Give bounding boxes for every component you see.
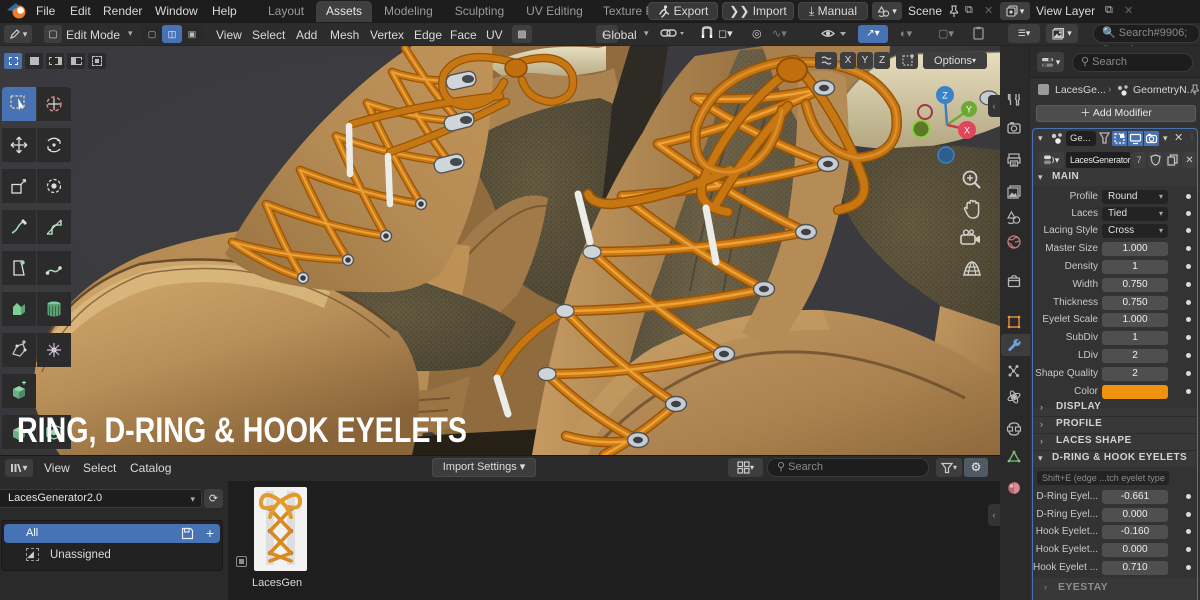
svg-text:Z: Z (942, 91, 948, 101)
svg-text:X: X (964, 126, 970, 136)
svg-text:RING, D-RING & HOOK EYELETS: RING, D-RING & HOOK EYELETS (17, 411, 467, 449)
svg-text:Y: Y (966, 105, 972, 115)
